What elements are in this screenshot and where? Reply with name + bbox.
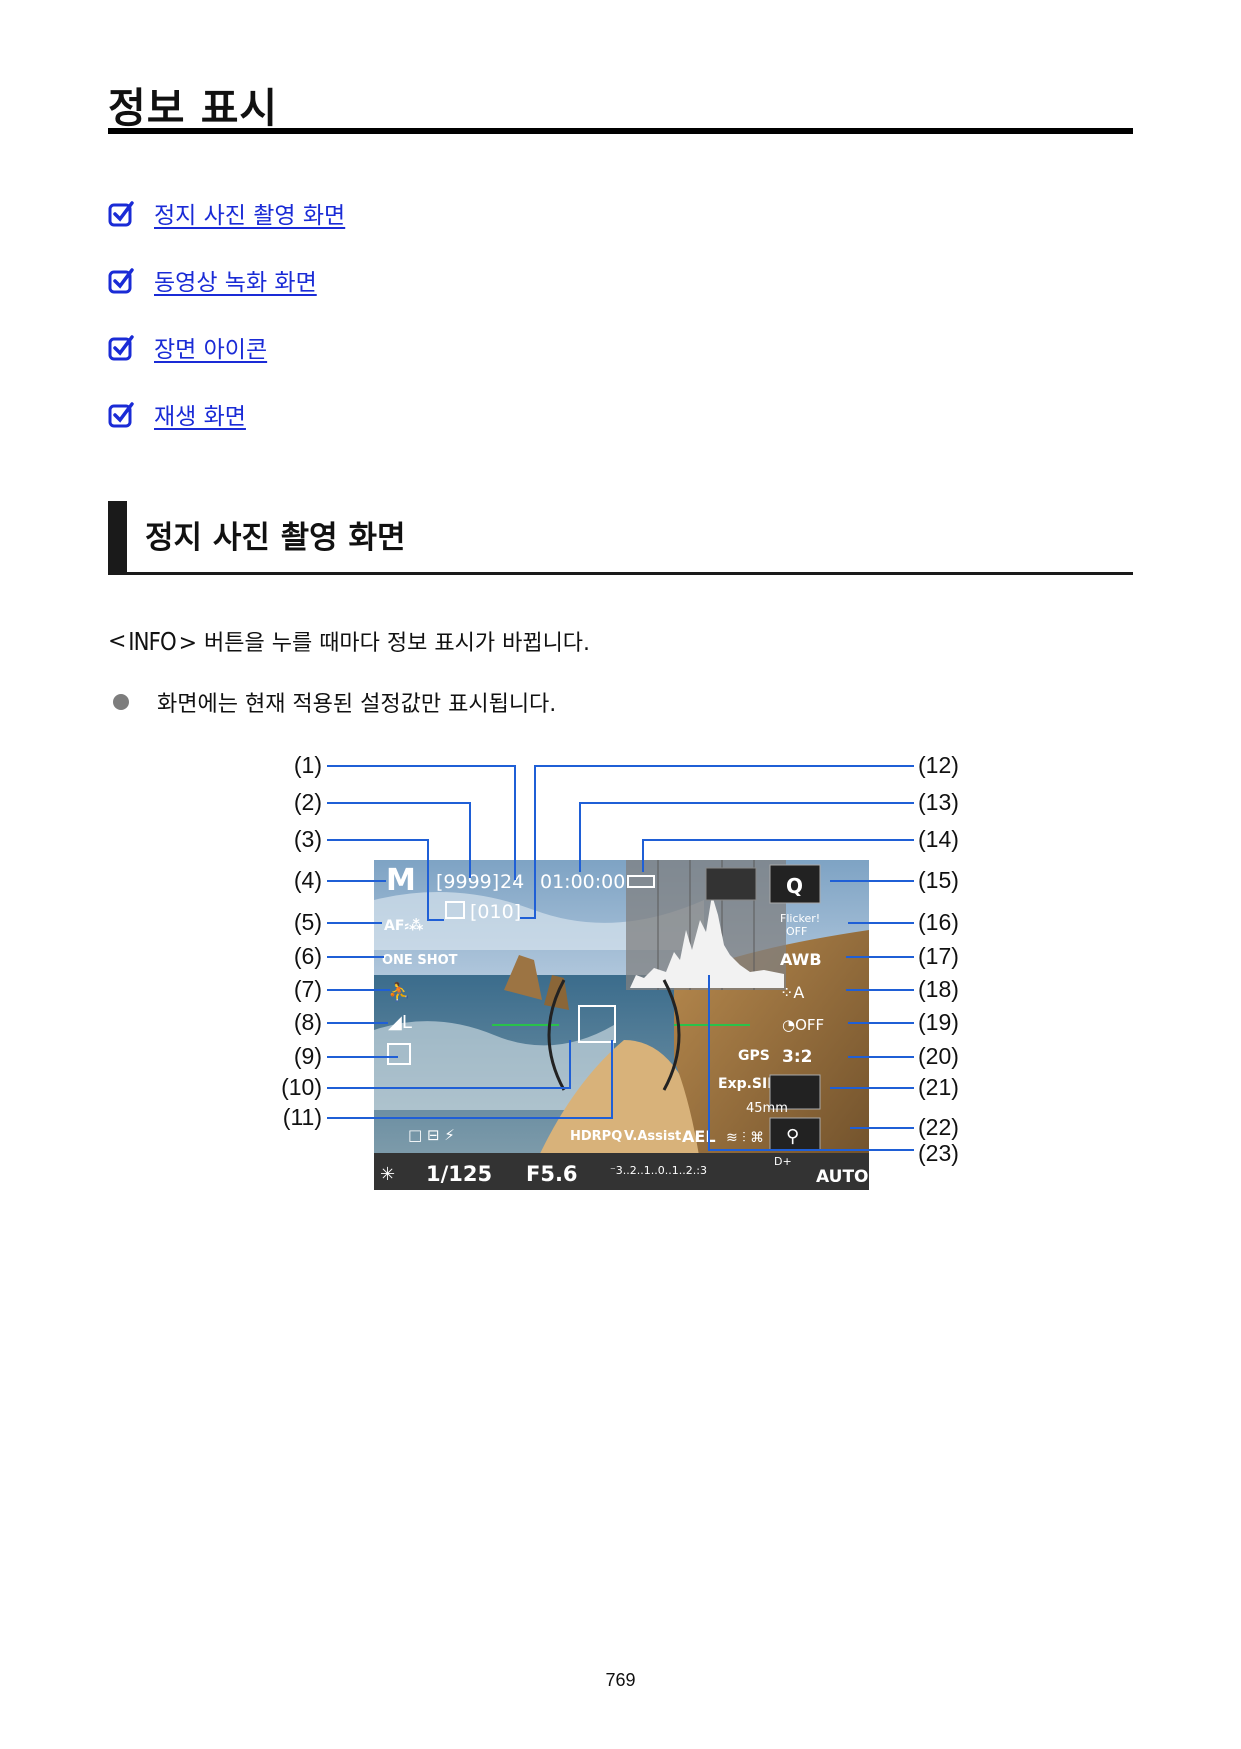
callout-label: (3): [293, 826, 322, 852]
callout-lines: [327, 765, 914, 1151]
callout-label: (17): [918, 943, 959, 969]
callout-label: (23): [918, 1140, 959, 1166]
callout-label: (7): [293, 976, 322, 1002]
callout-label: (11): [282, 1104, 322, 1130]
callout-label: (5): [293, 909, 322, 935]
callout-label: (10): [281, 1074, 322, 1100]
callout-label: (4): [293, 867, 322, 893]
callout-label: (16): [918, 909, 959, 935]
callout-label: (9): [293, 1043, 322, 1069]
callout-label: (2): [293, 789, 322, 815]
callout-label: (18): [918, 976, 959, 1002]
callout-label: (13): [918, 789, 959, 815]
callout-label: (14): [918, 826, 959, 852]
callout-label: (21): [918, 1074, 959, 1100]
callout-label: (20): [918, 1043, 959, 1069]
callout-label: (19): [918, 1009, 959, 1035]
callout-label: (8): [293, 1009, 322, 1035]
callout-label: (1): [293, 752, 322, 778]
callout-label: (15): [918, 867, 959, 893]
callout-label: (22): [918, 1114, 959, 1140]
page-number: 769: [605, 1670, 636, 1690]
callout-label: (12): [918, 752, 959, 778]
callout-label: (6): [293, 943, 322, 969]
